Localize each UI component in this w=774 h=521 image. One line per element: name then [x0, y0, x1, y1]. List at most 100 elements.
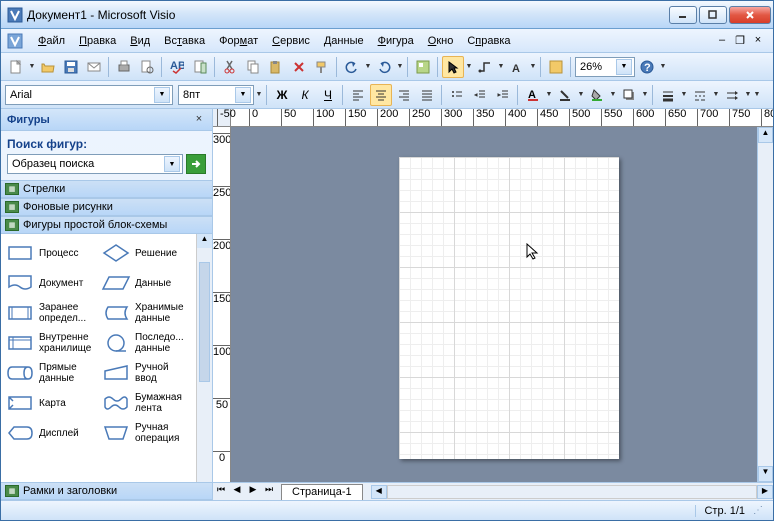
undo-button[interactable]: [341, 56, 363, 78]
shape-item[interactable]: Прямые данные: [3, 358, 99, 388]
delete-button[interactable]: [288, 56, 310, 78]
stencil-flowchart[interactable]: ▦Фигуры простой блок-схемы: [1, 216, 212, 234]
shapes-window-button[interactable]: [412, 56, 434, 78]
shape-item[interactable]: Документ: [3, 268, 99, 298]
shapes-pane-close[interactable]: ×: [192, 113, 206, 127]
line-weight-dropdown[interactable]: ▼: [680, 91, 688, 98]
toolbar-options[interactable]: ▼: [659, 63, 667, 70]
indent-decrease-button[interactable]: [469, 84, 491, 106]
help-button[interactable]: ?: [636, 56, 658, 78]
paste-button[interactable]: [265, 56, 287, 78]
email-button[interactable]: [83, 56, 105, 78]
fill-color-dropdown[interactable]: ▼: [609, 91, 617, 98]
redo-button[interactable]: [373, 56, 395, 78]
connector-dropdown[interactable]: ▼: [497, 63, 505, 70]
menu-help[interactable]: Справка: [460, 32, 517, 50]
stencil-backgrounds[interactable]: ▦Фоновые рисунки: [1, 198, 212, 216]
tab-next[interactable]: ▶: [245, 484, 261, 500]
shape-item[interactable]: Бумажная лента: [99, 388, 195, 418]
page-tab-1[interactable]: Страница-1: [281, 484, 363, 500]
font-combo[interactable]: Arial▼: [5, 85, 173, 105]
minimize-button[interactable]: [669, 6, 697, 24]
pointer-dropdown[interactable]: ▼: [465, 63, 473, 70]
tab-last[interactable]: ⏭: [261, 484, 277, 500]
line-color-button[interactable]: [554, 84, 576, 106]
mdi-minimize[interactable]: –: [715, 34, 729, 48]
fill-color-button[interactable]: [586, 84, 608, 106]
fontsize-options[interactable]: ▼: [255, 91, 263, 98]
ruler-horizontal[interactable]: -500501001502002503003504004505005506006…: [213, 109, 773, 127]
save-button[interactable]: [60, 56, 82, 78]
line-weight-button[interactable]: [657, 84, 679, 106]
shape-item[interactable]: Заранее определ...: [3, 298, 99, 328]
research-button[interactable]: [189, 56, 211, 78]
undo-dropdown[interactable]: ▼: [364, 63, 372, 70]
bold-button[interactable]: Ж: [271, 84, 293, 106]
shadow-dropdown[interactable]: ▼: [641, 91, 649, 98]
shape-item[interactable]: Внутренне хранилище: [3, 328, 99, 358]
stencil-frames[interactable]: ▦Рамки и заголовки: [1, 482, 212, 500]
new-dropdown[interactable]: ▼: [28, 63, 36, 70]
menu-view[interactable]: Вид: [123, 32, 157, 50]
vertical-scrollbar[interactable]: ▲▼: [757, 127, 773, 482]
stencil-arrows[interactable]: ▦Стрелки: [1, 180, 212, 198]
underline-button[interactable]: Ч: [317, 84, 339, 106]
tab-first[interactable]: ⏮: [213, 484, 229, 500]
text-dropdown[interactable]: ▼: [529, 63, 537, 70]
font-color-button[interactable]: A: [522, 84, 544, 106]
shape-item[interactable]: Решение: [99, 238, 195, 268]
fontsize-dropdown[interactable]: ▼: [235, 87, 251, 103]
align-center-button[interactable]: [370, 84, 392, 106]
redo-dropdown[interactable]: ▼: [396, 63, 404, 70]
shape-item[interactable]: Ручная операция: [99, 418, 195, 448]
shadow-button[interactable]: [618, 84, 640, 106]
line-pattern-dropdown[interactable]: ▼: [712, 91, 720, 98]
connector-tool-button[interactable]: [474, 56, 496, 78]
font-color-dropdown[interactable]: ▼: [545, 91, 553, 98]
menu-file[interactable]: Файл: [31, 32, 72, 50]
menu-insert[interactable]: Вставка: [157, 32, 212, 50]
italic-button[interactable]: К: [294, 84, 316, 106]
format-painter-button[interactable]: [311, 56, 333, 78]
menu-tools[interactable]: Сервис: [265, 32, 317, 50]
horizontal-scrollbar[interactable]: ◀▶: [371, 485, 773, 499]
fontsize-combo[interactable]: 8пт▼: [178, 85, 254, 105]
open-button[interactable]: [37, 56, 59, 78]
indent-increase-button[interactable]: [492, 84, 514, 106]
shape-item[interactable]: Данные: [99, 268, 195, 298]
text-tool-button[interactable]: A: [506, 56, 528, 78]
menu-window[interactable]: Окно: [421, 32, 461, 50]
search-go-button[interactable]: [186, 154, 206, 174]
bullets-button[interactable]: [446, 84, 468, 106]
ruler-vertical[interactable]: 300250200150100500: [213, 127, 231, 482]
new-button[interactable]: [5, 56, 27, 78]
menu-format[interactable]: Формат: [212, 32, 265, 50]
cut-button[interactable]: [219, 56, 241, 78]
zoom-dropdown[interactable]: ▼: [616, 59, 632, 75]
line-ends-button[interactable]: [721, 84, 743, 106]
pointer-tool-button[interactable]: [442, 56, 464, 78]
menu-data[interactable]: Данные: [317, 32, 371, 50]
page[interactable]: [399, 157, 619, 459]
font-dropdown[interactable]: ▼: [154, 87, 170, 103]
shape-item[interactable]: Процесс: [3, 238, 99, 268]
maximize-button[interactable]: [699, 6, 727, 24]
align-justify-button[interactable]: [416, 84, 438, 106]
mdi-close[interactable]: ×: [751, 34, 765, 48]
line-ends-dropdown[interactable]: ▼: [744, 91, 752, 98]
print-preview-button[interactable]: [136, 56, 158, 78]
menu-shape[interactable]: Фигура: [371, 32, 421, 50]
shapes-scrollbar[interactable]: ▲: [196, 234, 212, 482]
copy-button[interactable]: [242, 56, 264, 78]
line-color-dropdown[interactable]: ▼: [577, 91, 585, 98]
resize-grip[interactable]: ⋰: [753, 505, 767, 516]
shape-item[interactable]: Дисплей: [3, 418, 99, 448]
tab-prev[interactable]: ◀: [229, 484, 245, 500]
doc-icon[interactable]: [5, 31, 25, 51]
print-button[interactable]: [113, 56, 135, 78]
ink-tool-button[interactable]: [545, 56, 567, 78]
mdi-restore[interactable]: ❐: [733, 34, 747, 48]
shape-item[interactable]: Хранимые данные: [99, 298, 195, 328]
search-shapes-input[interactable]: Образец поиска ▼: [7, 154, 183, 174]
align-left-button[interactable]: [347, 84, 369, 106]
